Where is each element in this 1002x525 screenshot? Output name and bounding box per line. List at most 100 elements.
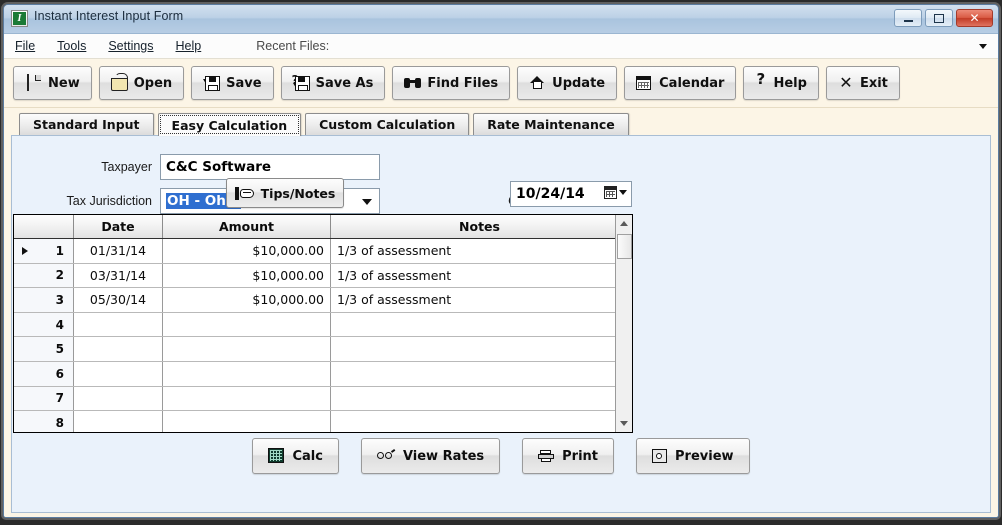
column-header-amount[interactable]: Amount [162, 215, 331, 239]
row-number: 5 [55, 342, 64, 357]
cell-notes[interactable]: 1/3 of assessment [330, 263, 629, 289]
cell-date[interactable]: 03/31/14 [73, 263, 163, 289]
taxpayer-input[interactable]: C&C Software [160, 154, 380, 180]
cell-amount[interactable] [162, 386, 331, 412]
taxpayer-value: C&C Software [166, 159, 272, 175]
maximize-icon [926, 10, 952, 26]
find-files-button[interactable]: Find Files [392, 66, 511, 100]
chevron-down-icon [619, 190, 627, 195]
tab-easy-calculation-label: Easy Calculation [171, 117, 288, 133]
cell-date[interactable] [73, 312, 163, 338]
cell-notes[interactable] [330, 410, 629, 432]
cell-amount[interactable]: $10,000.00 [162, 287, 331, 313]
scroll-up-button[interactable] [616, 215, 632, 232]
minimize-button[interactable] [894, 9, 922, 27]
table-row[interactable]: 5 [14, 336, 629, 362]
binoculars-icon [404, 75, 422, 91]
menu-item-settings[interactable]: Settings [97, 37, 164, 55]
table-row[interactable]: 7 [14, 386, 629, 412]
row-header-cell[interactable]: 5 [14, 336, 74, 362]
app-logo-icon: I [11, 10, 28, 27]
tab-standard-input[interactable]: Standard Input [19, 113, 154, 135]
preview-button[interactable]: Preview [636, 438, 750, 474]
cell-notes[interactable]: 1/3 of assessment [330, 238, 629, 264]
row-header-cell[interactable]: 4 [14, 312, 74, 338]
cell-date[interactable]: 05/30/14 [73, 287, 163, 313]
close-button[interactable]: ✕ [956, 9, 993, 27]
row-header-cell[interactable]: 3 [14, 287, 74, 313]
tab-rate-maintenance[interactable]: Rate Maintenance [473, 113, 629, 135]
cell-notes[interactable] [330, 336, 629, 362]
save-as-button[interactable]: ? Save As [280, 66, 386, 100]
cell-amount[interactable]: $10,000.00 [162, 238, 331, 264]
save-button[interactable]: Save [191, 66, 274, 100]
cell-amount[interactable]: $10,000.00 [162, 263, 331, 289]
table-row[interactable]: 3 05/30/14 $10,000.00 1/3 of assessment [14, 287, 629, 313]
cell-amount[interactable] [162, 336, 331, 362]
calc-button-label: Calc [292, 448, 323, 464]
view-rates-button[interactable]: View Rates [360, 438, 501, 474]
column-header-date[interactable]: Date [73, 215, 163, 239]
calc-thru-date-value: 10/24/14 [516, 186, 585, 202]
grid-vertical-scrollbar[interactable] [615, 215, 632, 432]
maximize-button[interactable] [925, 9, 953, 27]
cell-date[interactable] [73, 336, 163, 362]
row-number: 1 [55, 243, 64, 258]
title-bar: I Instant Interest Input Form ✕ [4, 5, 998, 34]
cell-date[interactable] [73, 410, 163, 432]
column-header-rownum[interactable] [14, 215, 74, 239]
row-header-cell[interactable]: 8 [14, 410, 74, 432]
print-button[interactable]: Print [522, 438, 615, 474]
house-update-icon [529, 75, 546, 91]
cell-amount[interactable] [162, 312, 331, 338]
table-row[interactable]: 1 01/31/14 $10,000.00 1/3 of assessment [14, 238, 629, 264]
row-header-cell[interactable]: 2 [14, 263, 74, 289]
new-button[interactable]: New [13, 66, 92, 100]
scroll-down-button[interactable] [616, 415, 632, 432]
scrollbar-thumb[interactable] [617, 234, 632, 259]
table-row[interactable]: 2 03/31/14 $10,000.00 1/3 of assessment [14, 263, 629, 289]
cell-date[interactable] [73, 386, 163, 412]
calendar-button[interactable]: Calendar [624, 66, 737, 100]
grid-table: Date Amount Notes 1 01/31/14 $10,000.00 … [14, 215, 629, 432]
row-header-cell[interactable]: 7 [14, 386, 74, 412]
interest-data-grid[interactable]: Date Amount Notes 1 01/31/14 $10,000.00 … [13, 214, 633, 433]
chevron-down-icon [362, 199, 372, 205]
menu-item-file[interactable]: File [4, 37, 46, 55]
row-header-cell[interactable]: 1 [14, 238, 74, 264]
window-title: Instant Interest Input Form [34, 9, 184, 23]
print-preview-icon [652, 448, 668, 464]
cell-date[interactable]: 01/31/14 [73, 238, 163, 264]
update-button[interactable]: Update [517, 66, 618, 100]
calc-button[interactable]: Calc [252, 438, 339, 474]
tab-custom-calculation[interactable]: Custom Calculation [305, 113, 470, 135]
x-exit-icon: ✕ [839, 73, 853, 92]
column-header-notes[interactable]: Notes [330, 215, 629, 239]
exit-button[interactable]: ✕ Exit [825, 66, 900, 100]
cell-notes[interactable] [330, 312, 629, 338]
cell-amount[interactable] [162, 361, 331, 387]
cell-date[interactable] [73, 361, 163, 387]
row-number: 7 [55, 391, 64, 406]
menu-bar: File Tools Settings Help Recent Files: [4, 34, 998, 59]
table-row[interactable]: 6 [14, 361, 629, 387]
table-row[interactable]: 4 [14, 312, 629, 338]
row-number: 6 [55, 366, 64, 381]
help-button[interactable]: ? Help [743, 66, 819, 100]
cell-notes[interactable] [330, 361, 629, 387]
tips-notes-button[interactable]: Tips/Notes [226, 178, 344, 208]
open-button[interactable]: Open [98, 66, 185, 100]
client-area: Standard Input Easy Calculation Custom C… [4, 108, 998, 517]
tax-jurisdiction-label: Tax Jurisdiction [66, 194, 152, 208]
row-header-cell[interactable]: 6 [14, 361, 74, 387]
menu-item-help[interactable]: Help [165, 37, 213, 55]
tab-easy-calculation[interactable]: Easy Calculation [157, 113, 302, 136]
menu-item-tools[interactable]: Tools [46, 37, 97, 55]
date-picker-control[interactable] [604, 186, 627, 199]
recent-files-dropdown[interactable] [971, 36, 995, 56]
cell-notes[interactable] [330, 386, 629, 412]
cell-amount[interactable] [162, 410, 331, 432]
cell-notes[interactable]: 1/3 of assessment [330, 287, 629, 313]
calc-thru-date-input[interactable]: 10/24/14 [510, 181, 632, 207]
table-row[interactable]: 8 [14, 410, 629, 432]
